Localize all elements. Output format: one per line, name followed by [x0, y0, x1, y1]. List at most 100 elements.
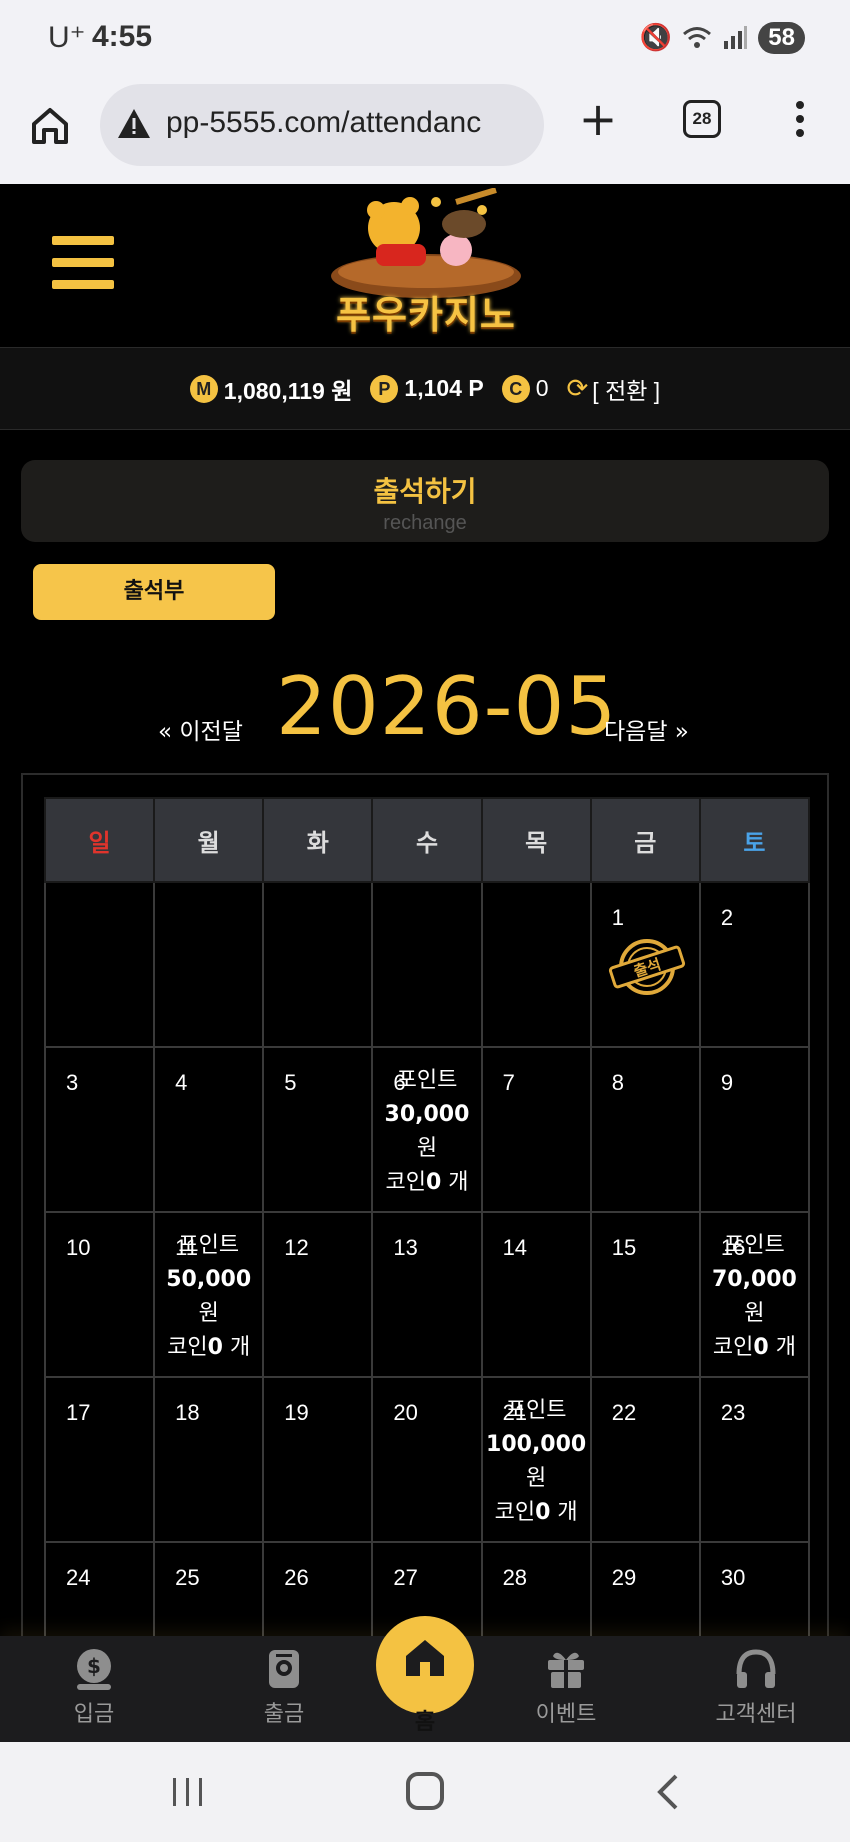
headset-icon[interactable] [733, 1646, 779, 1692]
calendar-day-cell: 7 [480, 1046, 592, 1213]
url-text[interactable]: pp-5555.com/attendanc [166, 106, 536, 140]
weekday-sat: 토 [698, 797, 811, 883]
attendance-book-button[interactable]: 출석부 [33, 564, 275, 620]
day-number: 29 [611, 1565, 637, 1590]
weekday-wed: 수 [371, 797, 483, 883]
reward-label: 포인트 [505, 1398, 567, 1423]
recent-apps-icon[interactable] [170, 1774, 206, 1810]
day-number: 24 [66, 1565, 91, 1590]
calendar-day-cell: 19 [262, 1376, 374, 1543]
day-number: 5 [284, 1070, 297, 1095]
balance-bar: M 1,080,119 원 P 1,104 P C 0 ⟳ [ 전환 ] [0, 348, 850, 430]
reward-info: 포인트 70,000 원 코인0 개 [701, 1229, 808, 1365]
site-logo[interactable]: 푸우카지노 [306, 187, 546, 338]
convert-label[interactable]: [ 전환 ] [592, 372, 660, 406]
site-header: 푸우카지노 [0, 184, 850, 348]
tab-switcher-button[interactable]: 28 [683, 100, 721, 138]
reward-label: 포인트 [724, 1233, 785, 1258]
day-number: 17 [66, 1400, 91, 1425]
day-number: 7 [502, 1070, 515, 1095]
day-number: 26 [284, 1565, 309, 1590]
svg-text:$: $ [87, 1654, 101, 1678]
calendar-empty-cell [43, 881, 156, 1048]
reward-unit: 원 [416, 1136, 438, 1161]
reward-amount: 30,000 [384, 1102, 470, 1127]
calendar-day-cell: 13 [371, 1211, 483, 1378]
reward-label: 포인트 [178, 1233, 240, 1258]
day-number: 30 [720, 1565, 746, 1590]
system-home-icon[interactable] [406, 1772, 444, 1810]
reward-info: 포인트 30,000 원 코인0 개 [373, 1064, 480, 1200]
reward-label: 포인트 [396, 1068, 458, 1093]
point-amount: 1,104 P [404, 375, 484, 401]
nav-deposit[interactable]: $ 입금 [34, 1646, 154, 1728]
carrier-label: U⁺ [48, 21, 86, 54]
calendar-empty-cell [262, 881, 374, 1048]
deposit-icon[interactable]: $ [71, 1646, 117, 1692]
day-number: 12 [284, 1235, 309, 1260]
reward-unit: 원 [744, 1301, 765, 1326]
page-title-card: 출석하기 rechange [21, 460, 829, 542]
reward-info: 포인트 100,000 원 코인0 개 [483, 1394, 590, 1530]
nav-withdraw-label[interactable]: 출금 [264, 1702, 304, 1727]
reward-coin: 코인0 개 [167, 1335, 251, 1360]
day-number: 28 [502, 1565, 528, 1590]
bottom-navigation: $ 입금 출금 홈 이벤트 고객센터 [0, 1616, 850, 1742]
day-number: 15 [611, 1235, 637, 1260]
gift-icon[interactable] [543, 1646, 589, 1692]
nav-support-label[interactable]: 고객센터 [716, 1702, 797, 1727]
money-icon: M [189, 374, 218, 403]
home-icon[interactable] [376, 1616, 474, 1696]
withdraw-icon[interactable] [261, 1646, 307, 1692]
refresh-icon[interactable]: ⟳ [567, 373, 589, 404]
nav-event[interactable]: 이벤트 [506, 1646, 626, 1728]
browser-menu-icon[interactable] [790, 98, 810, 144]
weekday-header-row: 일 월 화 수 목 금 토 [43, 797, 811, 883]
browser-toolbar: pp-5555.com/attendanc + 28 [0, 80, 850, 184]
coin-icon: C [501, 374, 530, 403]
calendar-day-cell: 11 포인트 50,000 원 코인0 개 [153, 1211, 265, 1378]
point-icon: P [370, 374, 399, 403]
calendar-week-row: 1 출석 2 [43, 881, 811, 1048]
next-month-link[interactable]: 다음달 » [604, 712, 689, 746]
reward-amount: 50,000 [166, 1267, 252, 1292]
reward-amount: 70,000 [711, 1267, 797, 1292]
nav-withdraw[interactable]: 출금 [224, 1646, 344, 1728]
nav-home-button[interactable] [376, 1616, 474, 1714]
calendar-day-cell: 17 [43, 1376, 156, 1543]
new-tab-button[interactable]: + [575, 96, 621, 142]
logo-text: 푸우카지노 [336, 293, 516, 337]
reward-amount: 100,000 [486, 1432, 587, 1457]
coin-amount: 0 [535, 375, 549, 401]
attendance-calendar: 일 월 화 수 목 금 토 1 출석 2 3 4 5 6 포인트 30,000 원 코인0 개789… [21, 773, 829, 1708]
weekday-sun: 일 [43, 797, 156, 883]
calendar-week-row: 3 4 5 6 포인트 30,000 원 코인0 개789 [43, 1046, 811, 1213]
nav-deposit-label[interactable]: 입금 [74, 1702, 114, 1727]
attendance-stamp-icon: 출석 [608, 939, 685, 995]
signal-icon [724, 26, 748, 49]
day-number: 8 [611, 1070, 624, 1095]
calendar-empty-cell [153, 881, 265, 1048]
calendar-week-row: 17 18 19 20 21 포인트 100,000 원 코인0 개 22 23 [43, 1376, 811, 1543]
prev-month-link[interactable]: « 이전달 [158, 712, 243, 746]
hamburger-menu-icon[interactable] [52, 236, 114, 292]
reward-unit: 원 [526, 1466, 547, 1491]
nav-event-label[interactable]: 이벤트 [536, 1702, 597, 1727]
page-title: 출석하기 [373, 475, 477, 508]
day-number: 27 [393, 1565, 418, 1590]
day-number: 3 [66, 1070, 79, 1095]
convert-button[interactable]: ⟳ [ 전환 ] [567, 372, 661, 406]
address-bar[interactable]: pp-5555.com/attendanc [100, 84, 544, 166]
warning-icon[interactable] [116, 106, 152, 142]
nav-home-label[interactable]: 홈 [376, 1704, 474, 1736]
nav-support[interactable]: 고객센터 [696, 1646, 816, 1728]
day-number: 25 [175, 1565, 200, 1590]
day-number: 2 [720, 905, 734, 930]
day-number: 4 [175, 1070, 188, 1095]
day-number: 1 [611, 905, 624, 930]
calendar-day-cell: 5 [262, 1046, 374, 1213]
calendar-day-cell: 4 [153, 1046, 265, 1213]
back-icon[interactable] [650, 1772, 686, 1812]
day-number: 23 [720, 1400, 746, 1425]
browser-home-icon[interactable] [28, 104, 72, 148]
